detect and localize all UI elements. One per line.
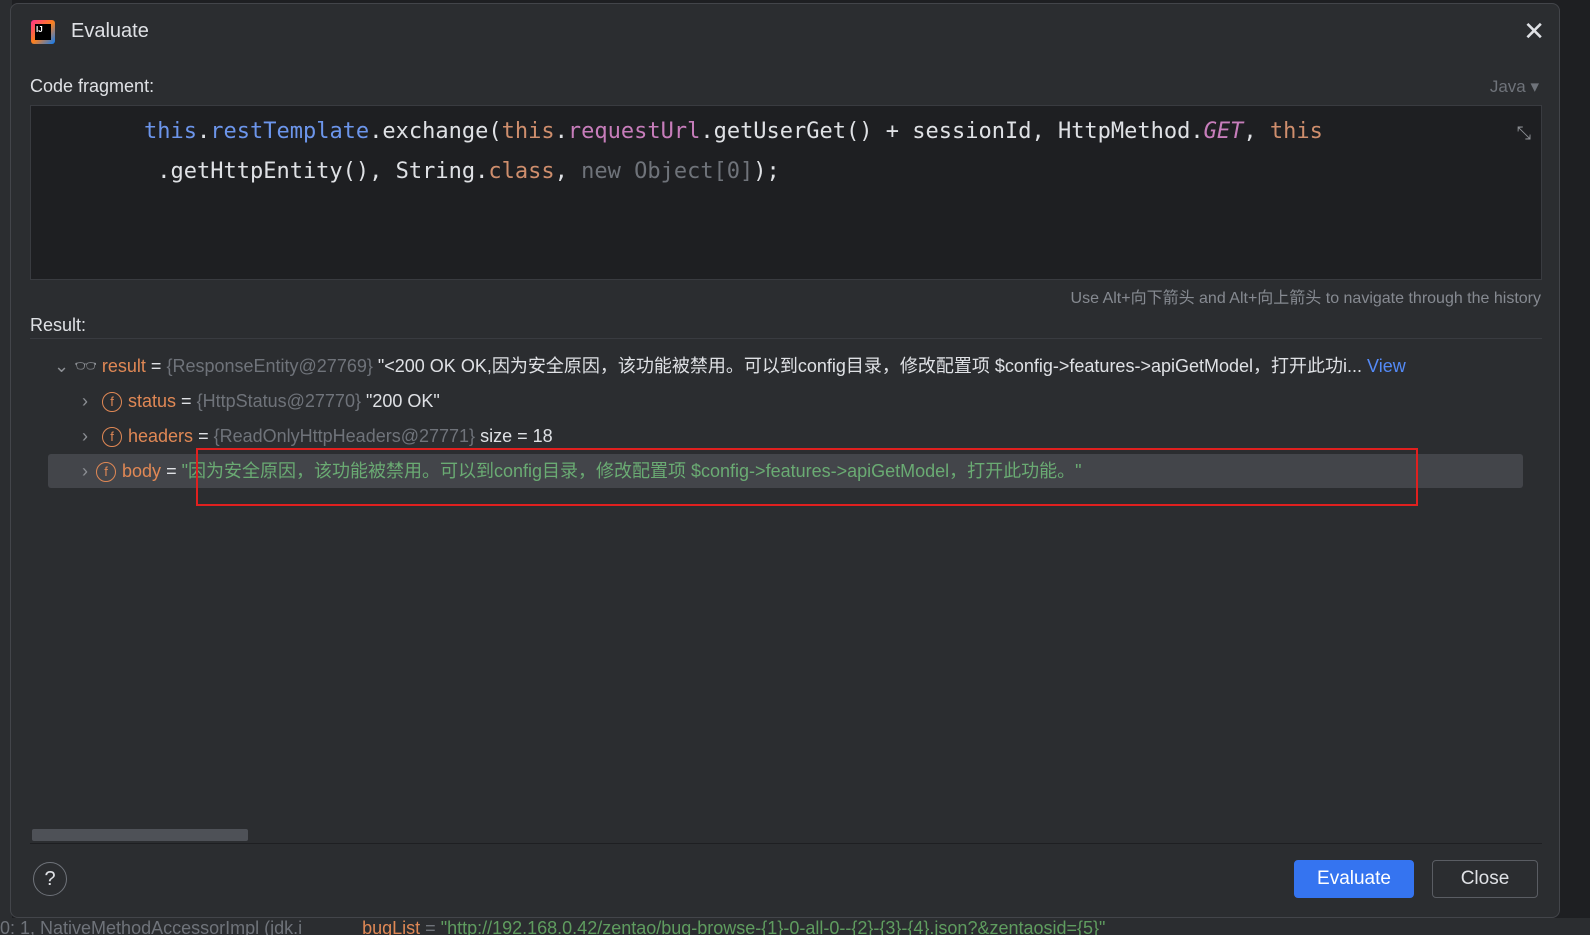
horizontal-scrollbar[interactable] — [32, 829, 248, 841]
result-label: Result: — [30, 315, 87, 335]
code-editor[interactable]: this.restTemplate.exchange(this.requestU… — [30, 105, 1542, 280]
frame-text: 0: 1, NativeMethodAccessorImpl (jdk.i — [0, 918, 303, 935]
field-icon: f — [96, 462, 116, 483]
dialog-title: Evaluate — [71, 20, 149, 42]
watch-glasses-icon: 👓︎ — [74, 356, 97, 376]
chevron-down-icon[interactable]: ⌄ — [54, 349, 74, 383]
close-icon[interactable]: ✕ — [1523, 16, 1545, 47]
view-link[interactable]: View — [1367, 356, 1406, 376]
tree-row-result[interactable]: ⌄ 👓︎ result = {ResponseEntity@27769} "<20… — [54, 349, 1406, 383]
chevron-right-icon[interactable]: › — [48, 454, 88, 488]
var-name: bugList — [362, 918, 421, 935]
close-button[interactable]: Close — [1432, 860, 1538, 898]
evaluate-button[interactable]: Evaluate — [1294, 860, 1414, 898]
chevron-right-icon[interactable]: › — [82, 419, 102, 453]
language-label: Java — [1489, 77, 1526, 96]
code-fragment-label: Code fragment: — [30, 76, 155, 96]
highlight-annotation-box — [196, 448, 1418, 506]
chevron-right-icon[interactable]: › — [82, 384, 102, 418]
ide-background-variables: 0: 1, NativeMethodAccessorImpl (jdk.i bug… — [0, 918, 1590, 935]
language-selector[interactable]: Java ▾ — [1490, 77, 1539, 97]
tree-row-status[interactable]: › f status = {HttpStatus@27770} "200 OK" — [82, 384, 440, 418]
result-tree[interactable]: ⌄ 👓︎ result = {ResponseEntity@27769} "<20… — [30, 338, 1542, 844]
evaluate-dialog: IJ Evaluate ✕ Code fragment: Java ▾ this… — [10, 3, 1560, 918]
collapse-icon[interactable]: ⤡ — [1517, 114, 1531, 154]
history-hint: Use Alt+向下箭头 and Alt+向上箭头 to navigate th… — [1070, 290, 1541, 307]
help-button[interactable]: ? — [33, 862, 67, 896]
field-icon: f — [102, 427, 122, 448]
intellij-logo-icon: IJ — [31, 20, 55, 44]
field-icon: f — [102, 392, 122, 413]
var-value: "http://192.168.0.42/zentao/bug-browse-{… — [440, 918, 1106, 935]
